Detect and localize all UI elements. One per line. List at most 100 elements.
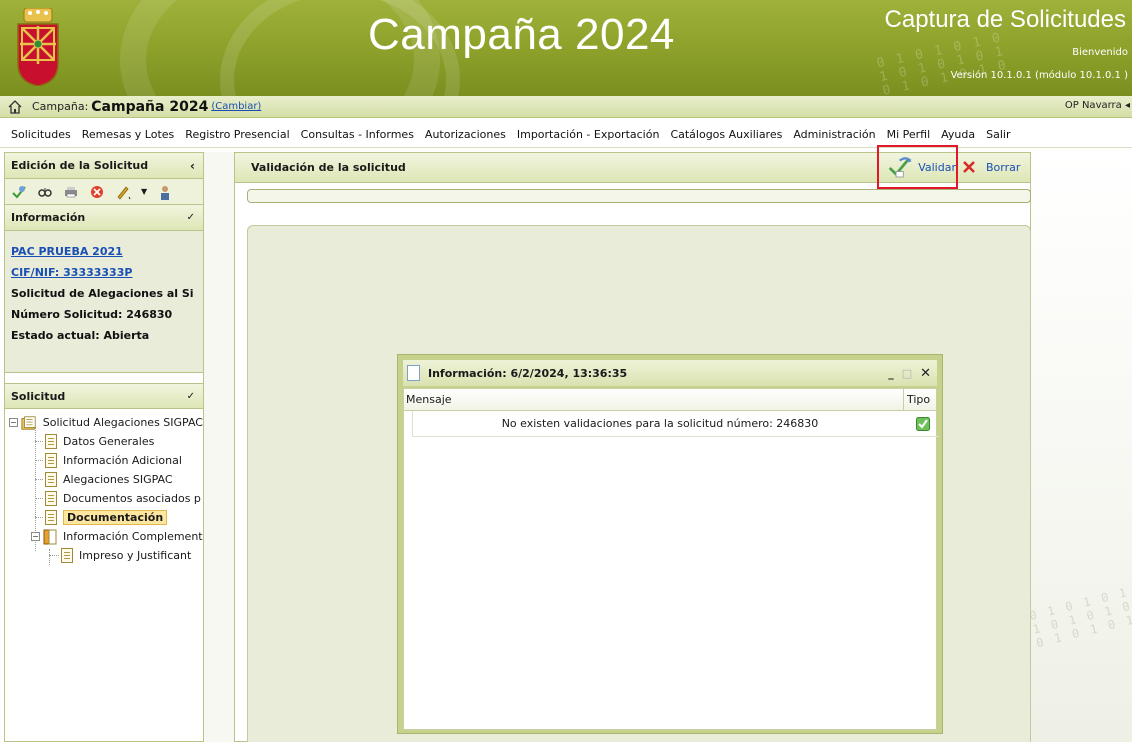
print-tool-icon[interactable] bbox=[63, 184, 79, 200]
edition-toolbar: ▼ bbox=[5, 179, 203, 205]
table-row[interactable]: No existen validaciones para la solicitu… bbox=[412, 411, 939, 437]
applicant-name-link[interactable]: PAC PRUEBA 2021 bbox=[11, 241, 197, 262]
validate-tool-icon[interactable] bbox=[11, 184, 27, 200]
tree-connector bbox=[35, 460, 43, 461]
info-dialog: Información: 6/2/2024, 13:36:35 _ □ ✕ Me… bbox=[397, 354, 943, 734]
collapse-left-icon[interactable]: ‹ bbox=[190, 159, 195, 173]
tree-connector bbox=[35, 498, 43, 499]
validar-button[interactable]: Validar bbox=[877, 145, 958, 189]
menu-item-autorizaciones[interactable]: Autorizaciones bbox=[425, 128, 506, 141]
tree-connector bbox=[35, 517, 43, 518]
left-panel: Edición de la Solicitud ‹ ▼ Información … bbox=[4, 152, 204, 742]
tree-node-label: Datos Generales bbox=[63, 435, 155, 448]
chevron-down-icon[interactable]: ✓ bbox=[187, 391, 195, 402]
document-icon bbox=[45, 472, 57, 487]
tree-node-documentacion[interactable]: Documentación bbox=[9, 508, 203, 527]
info-section-title: Información bbox=[11, 211, 86, 224]
campaign-value: Campaña 2024 bbox=[91, 98, 209, 115]
grid-header: Mensaje Tipo bbox=[404, 389, 936, 411]
edition-section-header[interactable]: Edición de la Solicitud ‹ bbox=[5, 153, 203, 179]
tree-node-documentos-asociados[interactable]: Documentos asociados p bbox=[9, 489, 203, 508]
tree-node-datos-generales[interactable]: Datos Generales bbox=[9, 432, 203, 451]
user-name: OP Navarra ◂ bbox=[1064, 100, 1130, 111]
ok-icon bbox=[916, 416, 930, 431]
request-type: Solicitud de Alegaciones al Si bbox=[11, 287, 194, 300]
tree-node-label: Alegaciones SIGPAC bbox=[63, 473, 173, 486]
tree-node-label: Impreso y Justificant bbox=[79, 549, 192, 562]
version-text: Versión 10.1.0.1 (módulo 10.1.0.1 ) bbox=[950, 70, 1128, 81]
welcome-text: Bienvenido bbox=[1072, 47, 1128, 58]
sign-tool-icon[interactable] bbox=[115, 184, 131, 200]
maximize-icon[interactable]: □ bbox=[902, 367, 912, 380]
search-tool-icon[interactable] bbox=[37, 184, 53, 200]
tree-root-node[interactable]: − Solicitud Alegaciones SIGPAC bbox=[9, 413, 203, 432]
request-status: Estado actual: Abierta bbox=[11, 329, 150, 342]
request-info-box: PAC PRUEBA 2021 CIF/NIF: 33333333P Solic… bbox=[5, 231, 203, 373]
close-icon[interactable]: ✕ bbox=[920, 366, 931, 381]
request-number: Número Solicitud: 246830 bbox=[11, 308, 173, 321]
validation-progress-bar bbox=[247, 189, 1031, 203]
edition-section-title: Edición de la Solicitud bbox=[11, 159, 149, 172]
document-icon bbox=[45, 510, 57, 525]
document-icon bbox=[45, 491, 57, 506]
folder-icon bbox=[21, 415, 36, 430]
home-icon[interactable] bbox=[8, 99, 22, 114]
navarra-crest-logo bbox=[17, 8, 59, 86]
tree-node-info-complementaria[interactable]: − Información Complement bbox=[9, 527, 203, 546]
validar-label: Validar bbox=[918, 160, 956, 174]
menu-item-registro-presencial[interactable]: Registro Presencial bbox=[185, 128, 289, 141]
book-icon bbox=[43, 529, 57, 544]
request-tree: − Solicitud Alegaciones SIGPAC Datos Gen… bbox=[5, 409, 203, 565]
user-tool-icon[interactable] bbox=[157, 184, 173, 200]
tree-node-label: Solicitud Alegaciones SIGPAC bbox=[42, 416, 203, 429]
campaign-label: Campaña: bbox=[32, 100, 89, 113]
menu-item-importacion[interactable]: Importación - Exportación bbox=[517, 128, 660, 141]
tree-node-info-adicional[interactable]: Información Adicional bbox=[9, 451, 203, 470]
minimize-icon[interactable]: _ bbox=[888, 367, 894, 380]
borrar-button[interactable]: Borrar bbox=[962, 158, 1020, 176]
menu-item-administracion[interactable]: Administración bbox=[793, 128, 875, 141]
solicitud-section-header[interactable]: Solicitud ✓ bbox=[5, 383, 203, 409]
tree-node-alegaciones[interactable]: Alegaciones SIGPAC bbox=[9, 470, 203, 489]
main-menu-bar: Solicitudes Remesas y Lotes Registro Pre… bbox=[0, 122, 1132, 148]
tree-connector bbox=[35, 441, 43, 442]
chevron-down-icon[interactable]: ✓ bbox=[187, 212, 195, 223]
menu-item-consultas[interactable]: Consultas - Informes bbox=[301, 128, 414, 141]
dialog-title-bar[interactable]: Información: 6/2/2024, 13:36:35 _ □ ✕ bbox=[403, 360, 937, 386]
app-title: Captura de Solicitudes bbox=[884, 6, 1126, 33]
info-section-header[interactable]: Información ✓ bbox=[5, 205, 203, 231]
menu-item-ayuda[interactable]: Ayuda bbox=[941, 128, 975, 141]
close-icon bbox=[963, 161, 975, 173]
applicant-cif-link[interactable]: CIF/NIF: 33333333P bbox=[11, 262, 197, 283]
menu-item-remesas[interactable]: Remesas y Lotes bbox=[82, 128, 175, 141]
solicitud-section-title: Solicitud bbox=[11, 389, 66, 403]
row-message: No existen validaciones para la solicitu… bbox=[501, 417, 819, 430]
collapse-icon[interactable]: − bbox=[9, 418, 18, 427]
menu-item-catalogos[interactable]: Catálogos Auxiliares bbox=[670, 128, 782, 141]
document-icon bbox=[407, 365, 420, 381]
tree-node-impreso[interactable]: Impreso y Justificant bbox=[9, 546, 203, 565]
banner-campaign-title: Campaña 2024 bbox=[368, 10, 675, 59]
panel-splitter[interactable] bbox=[204, 152, 234, 742]
main-panel-title: Validación de la solicitud bbox=[251, 161, 406, 174]
borrar-label: Borrar bbox=[986, 160, 1021, 174]
validate-icon bbox=[888, 157, 912, 178]
collapse-icon[interactable]: − bbox=[31, 532, 40, 541]
menu-item-mi-perfil[interactable]: Mi Perfil bbox=[887, 128, 931, 141]
right-decor: 0 1 0 1 0 1 0 1 0 1 0 1 0 1 0 1 0 1 0 1 … bbox=[1031, 152, 1132, 742]
binary-decor: 0 1 0 1 0 1 0 1 0 1 0 1 0 1 0 1 0 1 0 1 … bbox=[1031, 585, 1132, 651]
row-type bbox=[907, 416, 939, 431]
dropdown-arrow-icon[interactable]: ▼ bbox=[141, 187, 147, 196]
tree-node-label: Documentación bbox=[63, 510, 168, 525]
menu-item-salir[interactable]: Salir bbox=[986, 128, 1010, 141]
document-icon bbox=[45, 453, 57, 468]
delete-tool-icon[interactable] bbox=[89, 184, 105, 200]
tree-connector bbox=[35, 479, 43, 480]
dialog-title: Información: 6/2/2024, 13:36:35 bbox=[428, 366, 628, 380]
column-header-tipo[interactable]: Tipo bbox=[904, 393, 936, 406]
column-header-mensaje[interactable]: Mensaje bbox=[404, 389, 904, 410]
menu-item-solicitudes[interactable]: Solicitudes bbox=[11, 128, 71, 141]
change-campaign-link[interactable]: (Cambiar) bbox=[211, 101, 261, 112]
dialog-controls: _ □ ✕ bbox=[888, 366, 931, 381]
